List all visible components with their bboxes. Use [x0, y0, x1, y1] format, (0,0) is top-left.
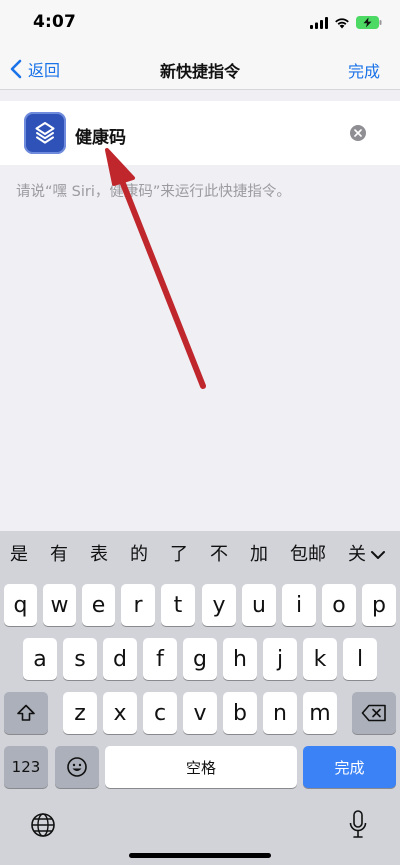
key-y[interactable]: y [202, 584, 236, 626]
shift-icon [17, 704, 35, 721]
key-a[interactable]: a [23, 638, 57, 680]
key-g[interactable]: g [183, 638, 217, 680]
key-m[interactable]: m [303, 692, 337, 734]
clear-text-button[interactable] [350, 125, 366, 141]
key-b[interactable]: b [223, 692, 257, 734]
microphone-icon[interactable] [349, 810, 367, 844]
keyboard-done-key[interactable]: 完成 [303, 746, 396, 788]
key-row-2: a s d f g h j k l [0, 638, 400, 680]
status-time: 4:07 [33, 12, 77, 32]
key-z[interactable]: z [63, 692, 97, 734]
shift-key[interactable] [4, 692, 48, 734]
wifi-icon [334, 14, 350, 33]
close-icon [354, 129, 362, 137]
emoji-key[interactable] [55, 746, 99, 788]
key-h[interactable]: h [223, 638, 257, 680]
navigation-bar: 返回 新快捷指令 完成 [0, 48, 400, 90]
delete-key[interactable] [352, 692, 396, 734]
shortcut-name-row[interactable]: 健康码 [0, 101, 400, 165]
key-s[interactable]: s [63, 638, 97, 680]
key-t[interactable]: t [161, 584, 195, 626]
candidate-word[interactable]: 加 [250, 540, 268, 566]
key-f[interactable]: f [143, 638, 177, 680]
key-j[interactable]: j [263, 638, 297, 680]
candidate-word[interactable]: 有 [50, 540, 68, 566]
page-title: 新快捷指令 [159, 62, 240, 81]
key-d[interactable]: d [103, 638, 137, 680]
key-e[interactable]: e [82, 584, 115, 626]
key-u[interactable]: u [242, 584, 276, 626]
key-x[interactable]: x [103, 692, 137, 734]
shortcut-name-input[interactable]: 健康码 [75, 123, 126, 148]
candidate-word[interactable]: 包邮 [290, 540, 326, 566]
candidate-word[interactable]: 表 [90, 540, 108, 566]
siri-hint: 请说“嘿 Siri，健康码”来运行此快捷指令。 [16, 184, 291, 200]
candidate-word[interactable]: 的 [130, 540, 148, 566]
numbers-key[interactable]: 123 [4, 746, 48, 788]
key-row-4: 123 空格 完成 [0, 746, 400, 788]
space-key[interactable]: 空格 [105, 746, 297, 788]
shortcut-icon[interactable] [24, 112, 66, 154]
key-k[interactable]: k [303, 638, 337, 680]
key-row-3: z x c v b n m [0, 692, 400, 734]
chevron-down-icon[interactable] [370, 545, 386, 564]
candidate-bar: 是 有 表 的 了 不 加 包邮 关 [0, 531, 400, 575]
key-w[interactable]: w [43, 584, 76, 626]
emoji-icon [67, 757, 87, 777]
key-p[interactable]: p [362, 584, 396, 626]
key-v[interactable]: v [183, 692, 217, 734]
keyboard: 是 有 表 的 了 不 加 包邮 关 q w e r t y u i o p a… [0, 531, 400, 865]
key-row-1: q w e r t y u i o p [0, 584, 400, 626]
key-r[interactable]: r [121, 584, 155, 626]
key-l[interactable]: l [343, 638, 377, 680]
candidate-word[interactable]: 关 [348, 540, 366, 566]
home-indicator [129, 853, 271, 858]
key-o[interactable]: o [322, 584, 356, 626]
globe-icon[interactable] [30, 812, 56, 842]
key-c[interactable]: c [143, 692, 177, 734]
key-n[interactable]: n [263, 692, 297, 734]
done-button[interactable]: 完成 [348, 58, 380, 82]
candidate-word[interactable]: 了 [170, 540, 188, 566]
candidate-word[interactable]: 不 [210, 540, 228, 566]
backspace-icon [361, 704, 386, 722]
status-icons [310, 15, 382, 31]
key-i[interactable]: i [282, 584, 316, 626]
layers-icon [35, 122, 55, 144]
cellular-signal-icon [310, 14, 328, 33]
key-q[interactable]: q [4, 584, 37, 626]
candidate-word[interactable]: 是 [10, 540, 28, 566]
status-bar: 4:07 [0, 0, 400, 48]
battery-charging-icon [356, 14, 382, 33]
